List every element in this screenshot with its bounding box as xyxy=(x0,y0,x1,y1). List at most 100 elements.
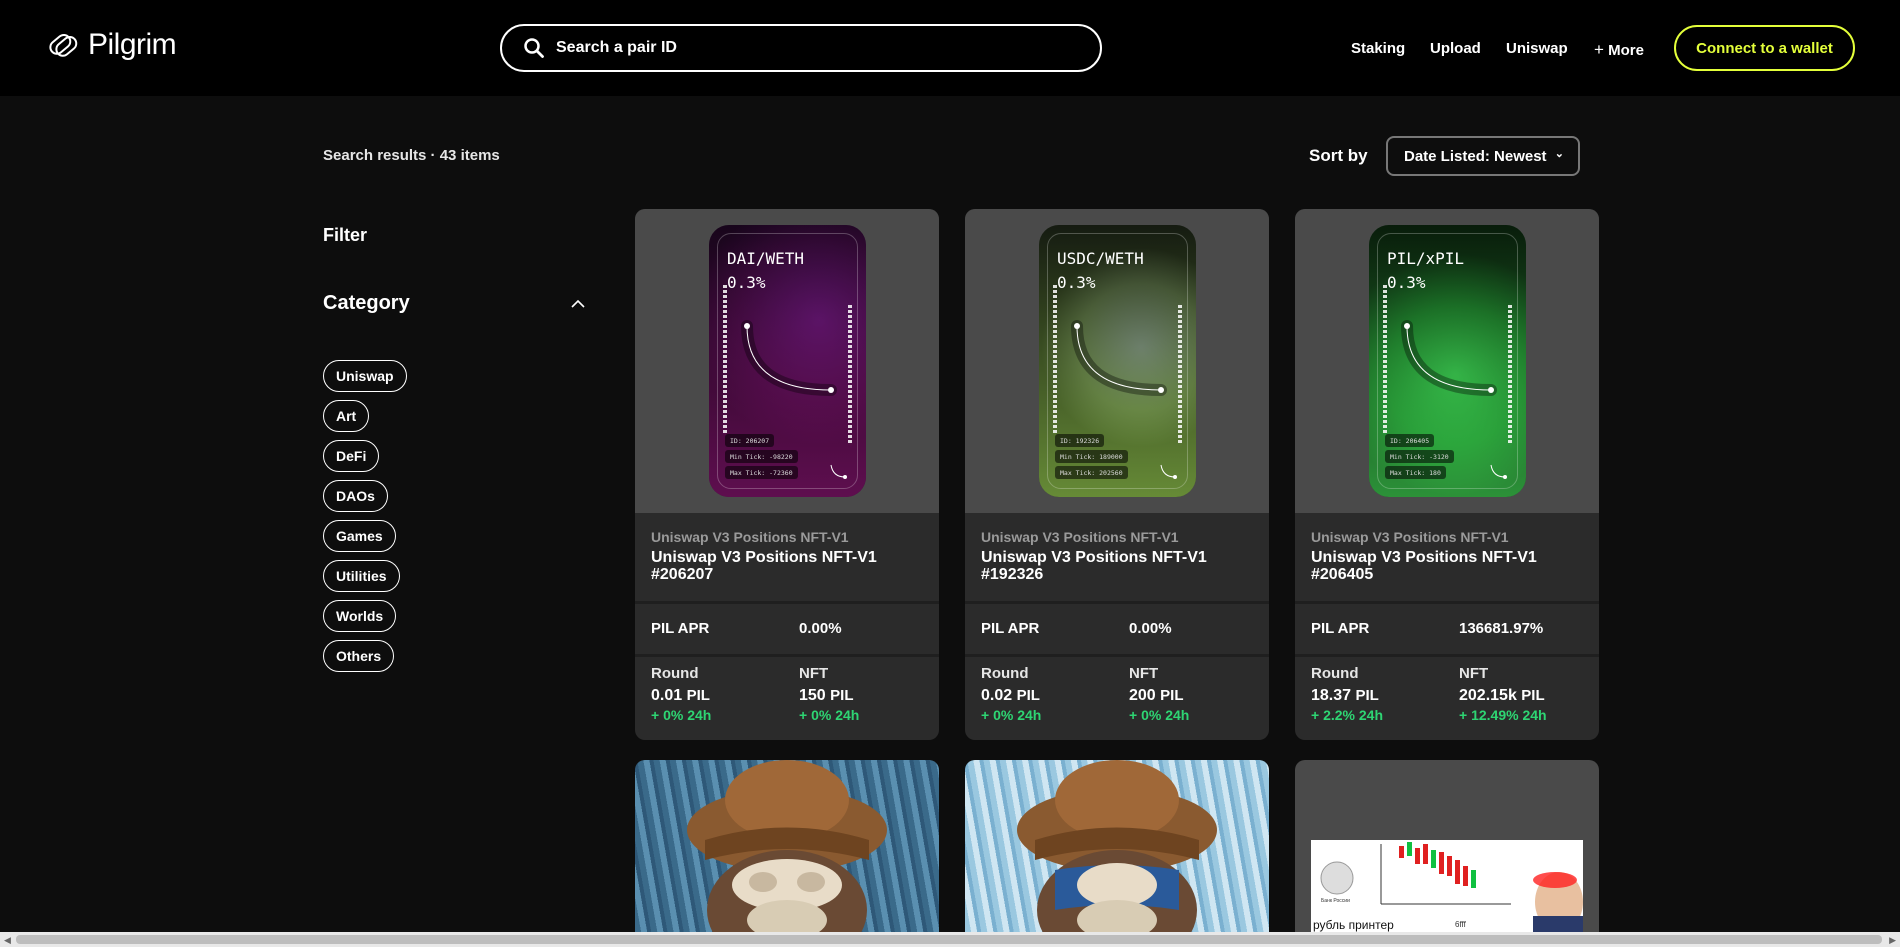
filter-title: Filter xyxy=(323,225,368,245)
corner-curve-icon xyxy=(1160,464,1177,479)
chart-label: 6fff xyxy=(1455,920,1466,929)
bank-label: Банк России xyxy=(1321,898,1350,904)
category-chip-daos[interactable]: DAOs xyxy=(323,480,388,512)
category-chip-games[interactable]: Games xyxy=(323,520,396,552)
range-curve xyxy=(1071,320,1167,396)
nft-label: NFT xyxy=(1459,665,1489,682)
plus-icon: + xyxy=(1594,40,1604,59)
corner-curve-icon xyxy=(830,464,847,479)
range-curve xyxy=(741,320,837,396)
position-nft-image: DAI/WETH 0.3% ID: 206207 Min Tick: -9822… xyxy=(709,225,866,497)
nft-card[interactable]: PIL/xPIL 0.3% ID: 206405 Min Tick: -3120… xyxy=(1295,209,1599,740)
nft-card[interactable]: DAI/WETH 0.3% ID: 206207 Min Tick: -9822… xyxy=(635,209,939,740)
ruble-printer-image: рубль принтер Банк России 6fff xyxy=(1311,840,1583,932)
collection-name: Uniswap V3 Positions NFT-V1 xyxy=(981,529,1179,545)
category-chip-art[interactable]: Art xyxy=(323,400,370,432)
nft-name[interactable]: Uniswap V3 Positions NFT-V1 #206207 xyxy=(651,549,921,583)
nft-art-panel: DAI/WETH 0.3% ID: 206207 Min Tick: -9822… xyxy=(635,209,939,513)
category-chip-defi[interactable]: DeFi xyxy=(323,440,380,472)
pilgrim-logo-icon xyxy=(46,28,80,62)
nft-min-tick-tag: Min Tick: -3120 xyxy=(1385,450,1454,463)
round-label: Round xyxy=(1311,665,1359,682)
apr-label: PIL APR xyxy=(981,620,1040,637)
nft-card[interactable] xyxy=(965,760,1269,932)
nft-max-tick-tag: Max Tick: -72360 xyxy=(725,466,798,479)
nft-card[interactable]: USDC/WETH 0.3% ID: 192326 Min Tick: 1890… xyxy=(965,209,1269,740)
nft-id-tag: ID: 206405 xyxy=(1385,434,1435,447)
round-price: 18.37 PIL xyxy=(1311,687,1379,704)
nft-fee: 0.3% xyxy=(1387,273,1426,292)
ruble-printer-caption: рубль принтер xyxy=(1313,918,1394,932)
category-title[interactable]: Category xyxy=(323,292,410,315)
round-price: 0.02 PIL xyxy=(981,687,1040,704)
nft-name[interactable]: Uniswap V3 Positions NFT-V1 #206405 xyxy=(1311,549,1581,583)
ape-painting-image xyxy=(965,760,1269,932)
nft-id-tag: ID: 192326 xyxy=(1055,434,1105,447)
nft-pair: USDC/WETH xyxy=(1057,249,1144,268)
scrollbar-thumb[interactable] xyxy=(16,935,1882,944)
chevron-up-icon[interactable] xyxy=(570,296,586,312)
range-curve xyxy=(1401,320,1497,396)
ape-painting-image xyxy=(635,760,939,932)
nft-price: 200 PIL xyxy=(1129,687,1184,704)
category-chip-uniswap[interactable]: Uniswap xyxy=(323,360,407,392)
round-price: 0.01 PIL xyxy=(651,687,710,704)
nft-fee: 0.3% xyxy=(727,273,766,292)
nft-change: + 12.49% 24h xyxy=(1459,707,1547,723)
scroll-right-icon[interactable]: ▶ xyxy=(1889,935,1896,946)
round-change: + 2.2% 24h xyxy=(1311,707,1383,723)
corner-curve-icon xyxy=(1490,464,1507,479)
nav-upload[interactable]: Upload xyxy=(1430,40,1481,57)
round-change: + 0% 24h xyxy=(651,707,712,723)
nft-max-tick-tag: Max Tick: 202560 xyxy=(1055,466,1128,479)
category-chip-worlds[interactable]: Worlds xyxy=(323,600,397,632)
sort-select[interactable]: Date Listed: Newest ⌄ xyxy=(1386,136,1580,176)
nft-max-tick-tag: Max Tick: 180 xyxy=(1385,466,1446,479)
nft-price: 150 PIL xyxy=(799,687,854,704)
apr-value: 136681.97% xyxy=(1459,620,1544,637)
nft-art-panel: USDC/WETH 0.3% ID: 192326 Min Tick: 1890… xyxy=(965,209,1269,513)
search-box[interactable] xyxy=(500,24,1102,72)
nav-uniswap[interactable]: Uniswap xyxy=(1506,40,1568,57)
nft-pair: PIL/xPIL xyxy=(1387,249,1465,268)
brand-name: Pilgrim xyxy=(88,28,177,61)
nft-price: 202.15k PIL xyxy=(1459,687,1545,704)
sort-label: Sort by xyxy=(1309,146,1368,165)
scroll-left-icon[interactable]: ◀ xyxy=(4,935,11,946)
nft-change: + 0% 24h xyxy=(799,707,860,723)
results-summary: Search results · 43 items xyxy=(323,147,500,164)
nft-min-tick-tag: Min Tick: -98220 xyxy=(725,450,798,463)
position-nft-image: USDC/WETH 0.3% ID: 192326 Min Tick: 1890… xyxy=(1039,225,1196,497)
nav-more-label: More xyxy=(1608,42,1644,59)
sort-select-value: Date Listed: Newest xyxy=(1404,147,1547,165)
apr-label: PIL APR xyxy=(651,620,710,637)
apr-value: 0.00% xyxy=(799,620,842,637)
horizontal-scrollbar[interactable]: ◀ ▶ xyxy=(0,932,1900,947)
connect-wallet-button[interactable]: Connect to a wallet xyxy=(1674,25,1855,71)
round-label: Round xyxy=(651,665,699,682)
brand-logo[interactable]: Pilgrim xyxy=(46,28,177,62)
nft-change: + 0% 24h xyxy=(1129,707,1190,723)
nft-card[interactable]: рубль принтер Банк России 6fff xyxy=(1295,760,1599,932)
nav-more[interactable]: + More xyxy=(1594,40,1644,60)
search-input[interactable] xyxy=(556,39,1056,57)
apr-label: PIL APR xyxy=(1311,620,1370,637)
apr-value: 0.00% xyxy=(1129,620,1172,637)
nft-id-tag: ID: 206207 xyxy=(725,434,775,447)
round-label: Round xyxy=(981,665,1029,682)
position-nft-image: PIL/xPIL 0.3% ID: 206405 Min Tick: -3120… xyxy=(1369,225,1526,497)
nft-min-tick-tag: Min Tick: 189000 xyxy=(1055,450,1128,463)
category-chip-others[interactable]: Others xyxy=(323,640,395,672)
collection-name: Uniswap V3 Positions NFT-V1 xyxy=(1311,529,1509,545)
nft-name[interactable]: Uniswap V3 Positions NFT-V1 #192326 xyxy=(981,549,1251,583)
top-bar: Pilgrim Staking Upload Uniswap + More Co… xyxy=(0,0,1900,96)
nft-fee: 0.3% xyxy=(1057,273,1096,292)
category-chip-utilities[interactable]: Utilities xyxy=(323,560,400,592)
chevron-down-icon: ⌄ xyxy=(1554,148,1564,160)
nft-pair: DAI/WETH xyxy=(727,249,805,268)
search-icon xyxy=(524,38,544,58)
nft-card[interactable] xyxy=(635,760,939,932)
collection-name: Uniswap V3 Positions NFT-V1 xyxy=(651,529,849,545)
nav-staking[interactable]: Staking xyxy=(1351,40,1405,57)
nft-art-panel: PIL/xPIL 0.3% ID: 206405 Min Tick: -3120… xyxy=(1295,209,1599,513)
